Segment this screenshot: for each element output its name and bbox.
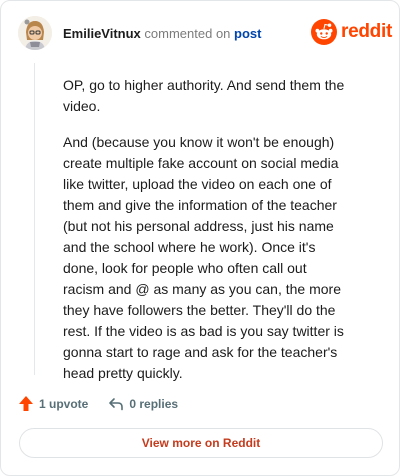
user-avatar[interactable] bbox=[18, 16, 52, 50]
avatar-icon bbox=[18, 16, 52, 50]
comment-body: OP, go to higher authority. And send the… bbox=[63, 75, 349, 399]
thread-line bbox=[34, 63, 35, 375]
post-link[interactable]: post bbox=[234, 26, 261, 41]
reddit-wordmark: reddit bbox=[341, 21, 392, 42]
comment-actions: 1 upvote 0 replies bbox=[18, 395, 178, 412]
comment-action-text: commented on bbox=[144, 26, 231, 41]
replies-button[interactable]: 0 replies bbox=[108, 397, 178, 411]
upvote-arrow-icon bbox=[19, 396, 33, 411]
comment-paragraph: And (because you know it won't be enough… bbox=[63, 134, 344, 381]
upvote-count: 1 upvote bbox=[39, 396, 89, 411]
comment-paragraph: OP, go to higher authority. And send the… bbox=[63, 77, 345, 114]
reddit-logo[interactable]: reddit bbox=[311, 19, 392, 45]
reddit-snoo-icon bbox=[311, 19, 337, 45]
view-more-button[interactable]: View more on Reddit bbox=[19, 428, 383, 458]
reply-arrow-icon bbox=[109, 397, 124, 410]
comment-header: EmilieVitnux commented on post bbox=[63, 26, 262, 42]
username-link[interactable]: EmilieVitnux bbox=[63, 26, 141, 41]
replies-count: 0 replies bbox=[129, 396, 179, 411]
embedded-comment-card: EmilieVitnux commented on post reddit OP… bbox=[0, 0, 400, 476]
upvote-button[interactable]: 1 upvote bbox=[18, 395, 88, 412]
